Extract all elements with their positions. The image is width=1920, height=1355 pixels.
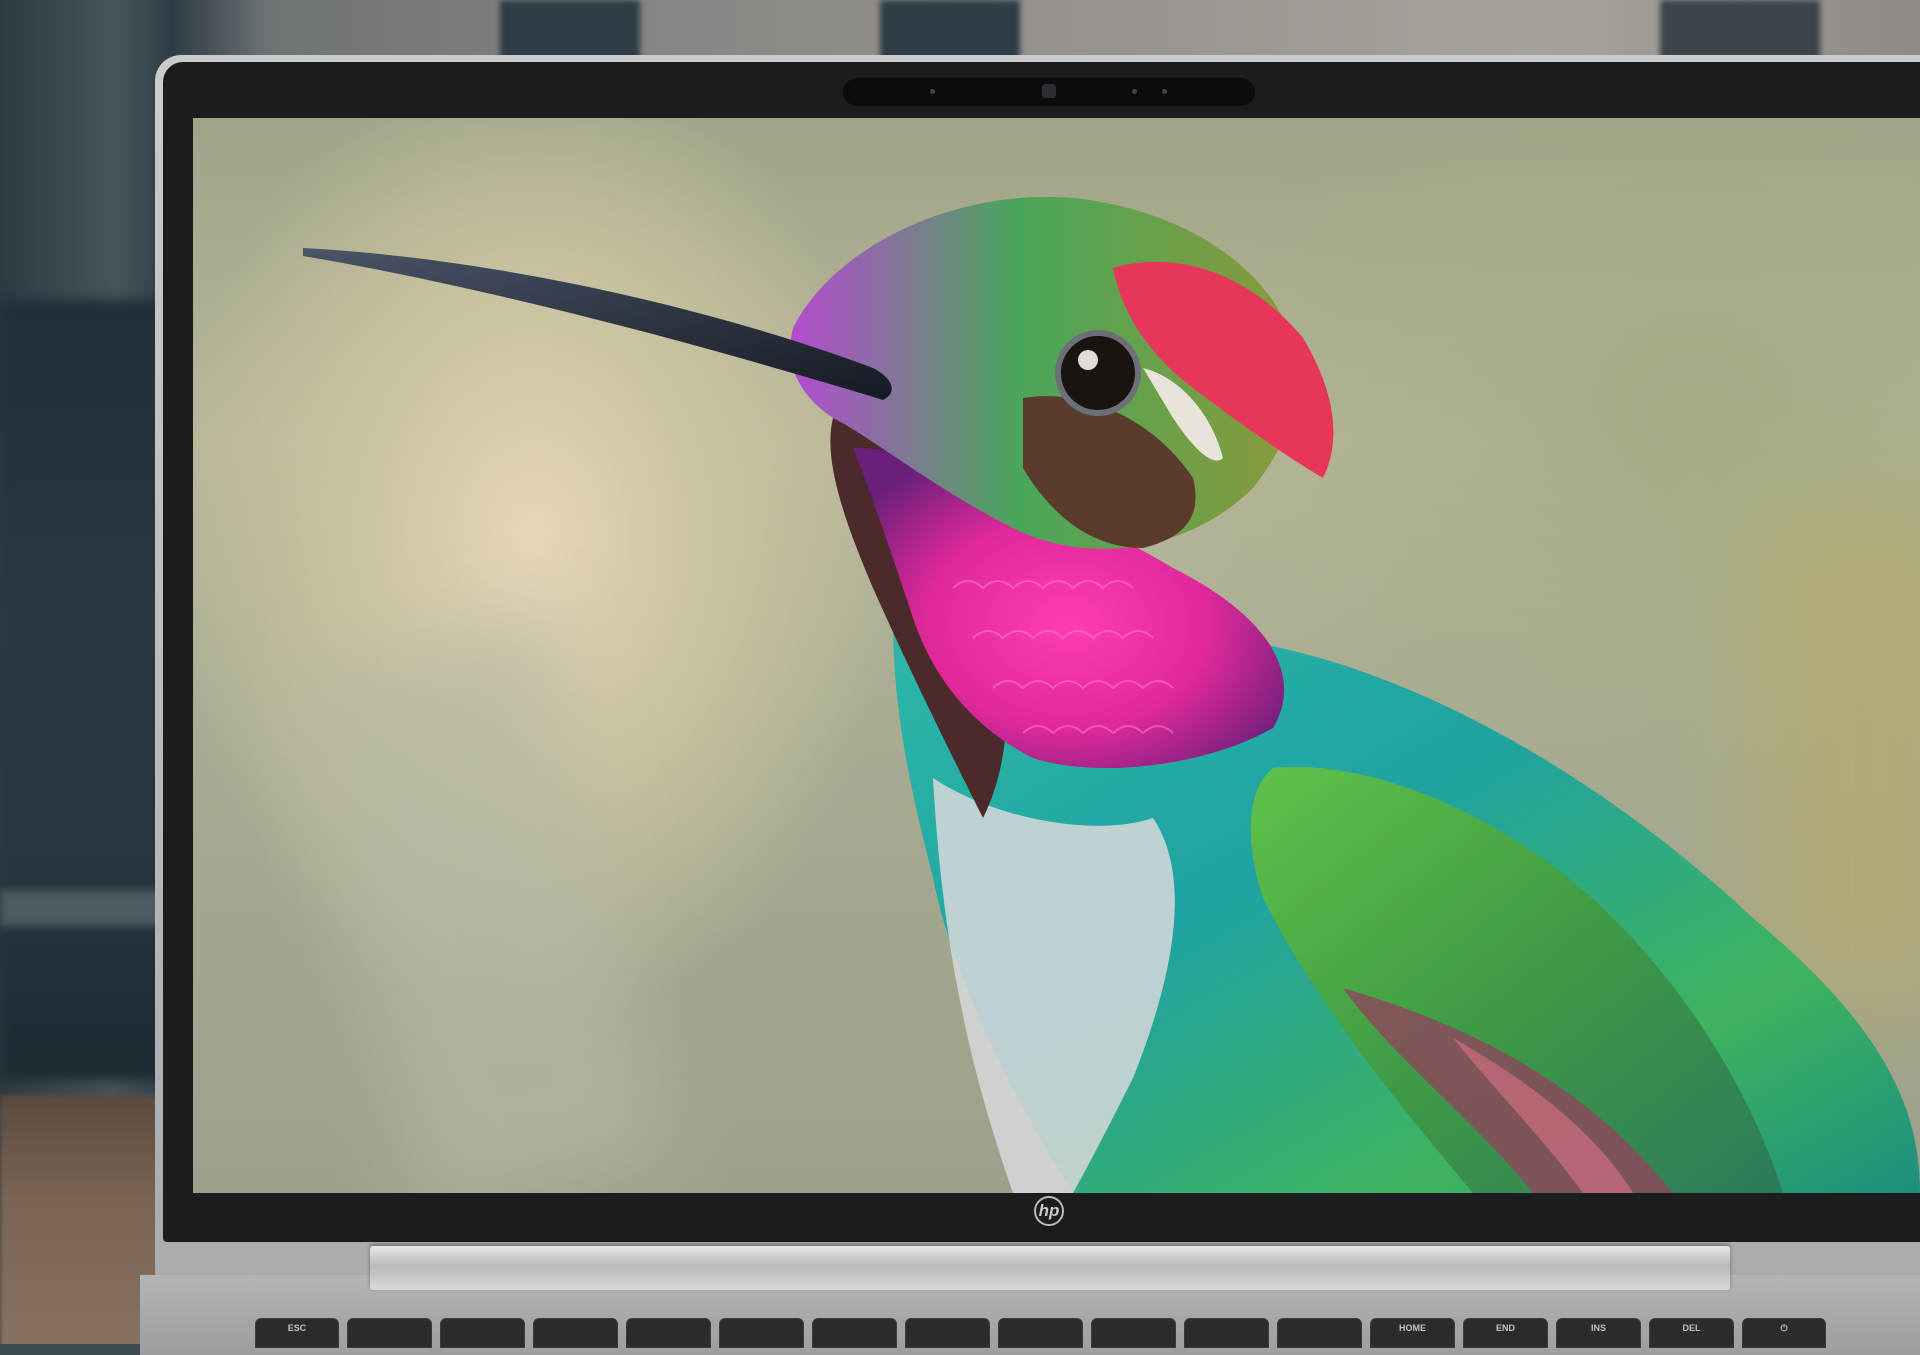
background-shelf — [0, 300, 170, 1080]
sensor-icon — [1132, 89, 1137, 94]
laptop-hinge — [370, 1246, 1730, 1290]
sensor-icon — [1162, 89, 1167, 94]
sensor-icon — [930, 89, 935, 94]
background-shelf-edge — [0, 890, 170, 926]
hummingbird-image — [303, 196, 1920, 1193]
bird-eye — [1055, 330, 1141, 416]
laptop-screen — [193, 118, 1920, 1193]
webcam-icon — [1042, 84, 1056, 98]
webcam-bar — [842, 76, 1256, 106]
hp-logo: hp — [1034, 1196, 1064, 1226]
